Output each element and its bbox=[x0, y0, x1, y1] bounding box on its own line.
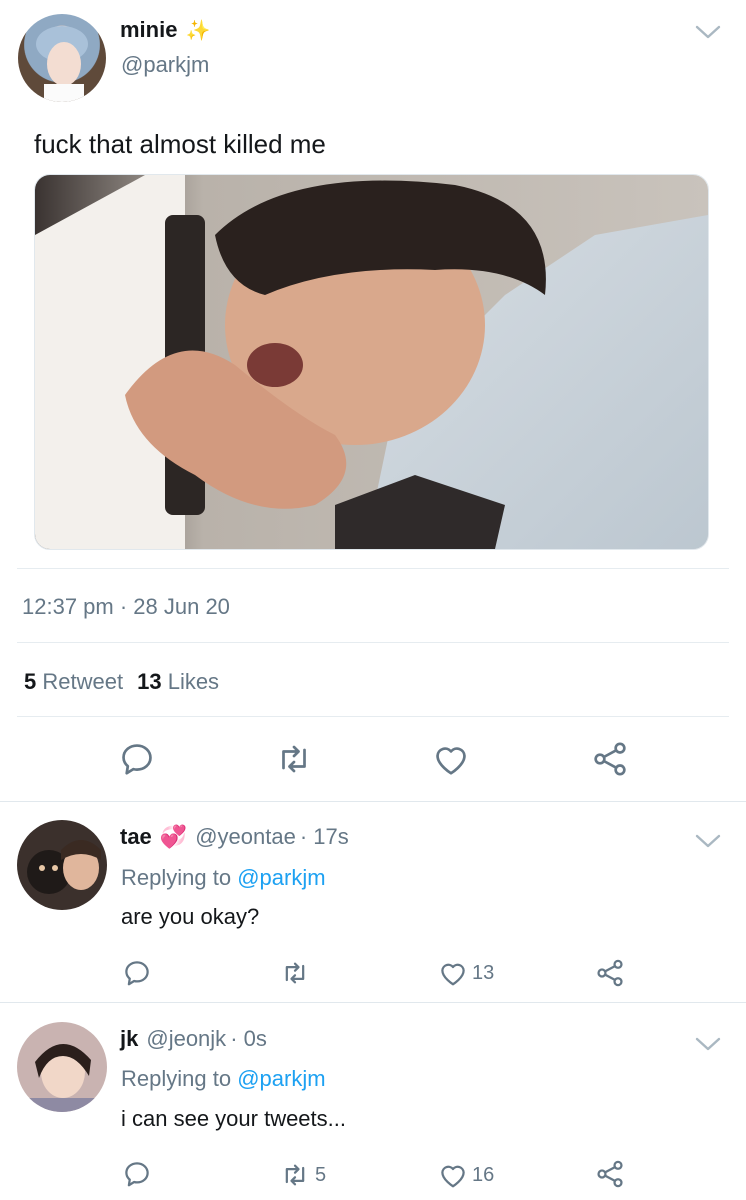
like-count: 13 bbox=[472, 961, 495, 984]
avatar-image bbox=[27, 840, 101, 894]
chevron-down-icon[interactable] bbox=[694, 1034, 722, 1054]
replying-to-handle[interactable]: @parkjm bbox=[237, 865, 325, 890]
reply-time[interactable]: · 0s bbox=[230, 1026, 267, 1052]
like-icon bbox=[436, 747, 466, 775]
media-photo bbox=[35, 175, 708, 549]
like-icon bbox=[441, 1165, 465, 1188]
retweet-icon bbox=[285, 1164, 305, 1186]
heart-emoji: 💞 bbox=[159, 824, 188, 849]
retweet-count: 5 bbox=[24, 669, 37, 694]
like-icon bbox=[441, 963, 465, 986]
handle[interactable]: @jeonjk bbox=[146, 1026, 226, 1052]
share-button[interactable] bbox=[594, 957, 626, 989]
avatar-image bbox=[27, 1043, 97, 1112]
retweet-count: 5 bbox=[315, 1163, 327, 1186]
replying-to: Replying to @parkjm bbox=[121, 1066, 326, 1092]
reply-text: i can see your tweets... bbox=[121, 1106, 346, 1131]
reply-header: tae 💞 @yeontae · 17s bbox=[120, 824, 349, 850]
tweet-timestamp[interactable]: 12:37 pm · 28 Jun 20 bbox=[22, 594, 230, 620]
reply-icon bbox=[125, 961, 149, 986]
chevron-down-icon[interactable] bbox=[694, 831, 722, 851]
replying-to-label: Replying to bbox=[121, 865, 232, 890]
like-count: 16 bbox=[472, 1163, 495, 1186]
retweet-stat[interactable]: 5 Retweet bbox=[24, 669, 123, 695]
likes-stat[interactable]: 13 Likes bbox=[137, 669, 219, 695]
avatar[interactable] bbox=[18, 14, 106, 102]
share-icon bbox=[594, 742, 626, 776]
display-name[interactable]: tae bbox=[120, 824, 152, 850]
divider bbox=[17, 716, 729, 717]
avatar[interactable] bbox=[17, 820, 107, 910]
reply-icon bbox=[122, 744, 152, 775]
avatar[interactable] bbox=[17, 1022, 107, 1112]
retweet-button[interactable] bbox=[274, 741, 314, 777]
like-count: 13 bbox=[137, 669, 162, 694]
reply-button[interactable] bbox=[122, 958, 152, 988]
replying-to-handle[interactable]: @parkjm bbox=[237, 1066, 325, 1091]
share-button[interactable] bbox=[594, 1158, 626, 1190]
tweet-text: fuck that almost killed me bbox=[34, 129, 326, 159]
reply-button[interactable] bbox=[122, 1159, 152, 1189]
retweet-icon bbox=[285, 962, 305, 984]
replying-to: Replying to @parkjm bbox=[121, 865, 326, 891]
reply-text: are you okay? bbox=[121, 904, 260, 929]
divider bbox=[17, 568, 729, 569]
divider bbox=[0, 1002, 746, 1003]
engagement-stats: 5 Retweet 13 Likes bbox=[24, 669, 219, 695]
tweet-media[interactable] bbox=[34, 174, 709, 550]
like-button[interactable]: 16 bbox=[438, 1161, 494, 1189]
divider bbox=[0, 801, 746, 802]
display-name[interactable]: minie bbox=[120, 17, 177, 43]
sparkle-emoji: ✨ bbox=[185, 19, 211, 42]
likes-label: Likes bbox=[167, 669, 220, 694]
retweet-button[interactable] bbox=[279, 959, 315, 987]
author-name-row: minie ✨ bbox=[120, 17, 210, 43]
chevron-down-icon[interactable] bbox=[694, 22, 722, 42]
retweet-button[interactable]: 5 bbox=[279, 1161, 326, 1189]
reply-time[interactable]: · 17s bbox=[300, 824, 349, 850]
handle[interactable]: @parkjm bbox=[121, 52, 209, 78]
like-button[interactable]: 13 bbox=[438, 959, 494, 987]
display-name[interactable]: jk bbox=[120, 1026, 138, 1052]
avatar-image bbox=[36, 26, 88, 102]
handle[interactable]: @yeontae bbox=[195, 824, 296, 850]
reply-icon bbox=[125, 1162, 149, 1187]
divider bbox=[17, 642, 729, 643]
share-button[interactable] bbox=[590, 739, 630, 779]
share-icon bbox=[597, 959, 623, 987]
retweet-icon bbox=[282, 745, 306, 773]
share-icon bbox=[597, 1160, 623, 1188]
reply-button[interactable] bbox=[118, 740, 156, 778]
replying-to-label: Replying to bbox=[121, 1066, 232, 1091]
retweet-label: Retweet bbox=[42, 669, 124, 694]
like-button[interactable] bbox=[432, 741, 470, 777]
reply-header: jk @jeonjk · 0s bbox=[120, 1026, 267, 1052]
